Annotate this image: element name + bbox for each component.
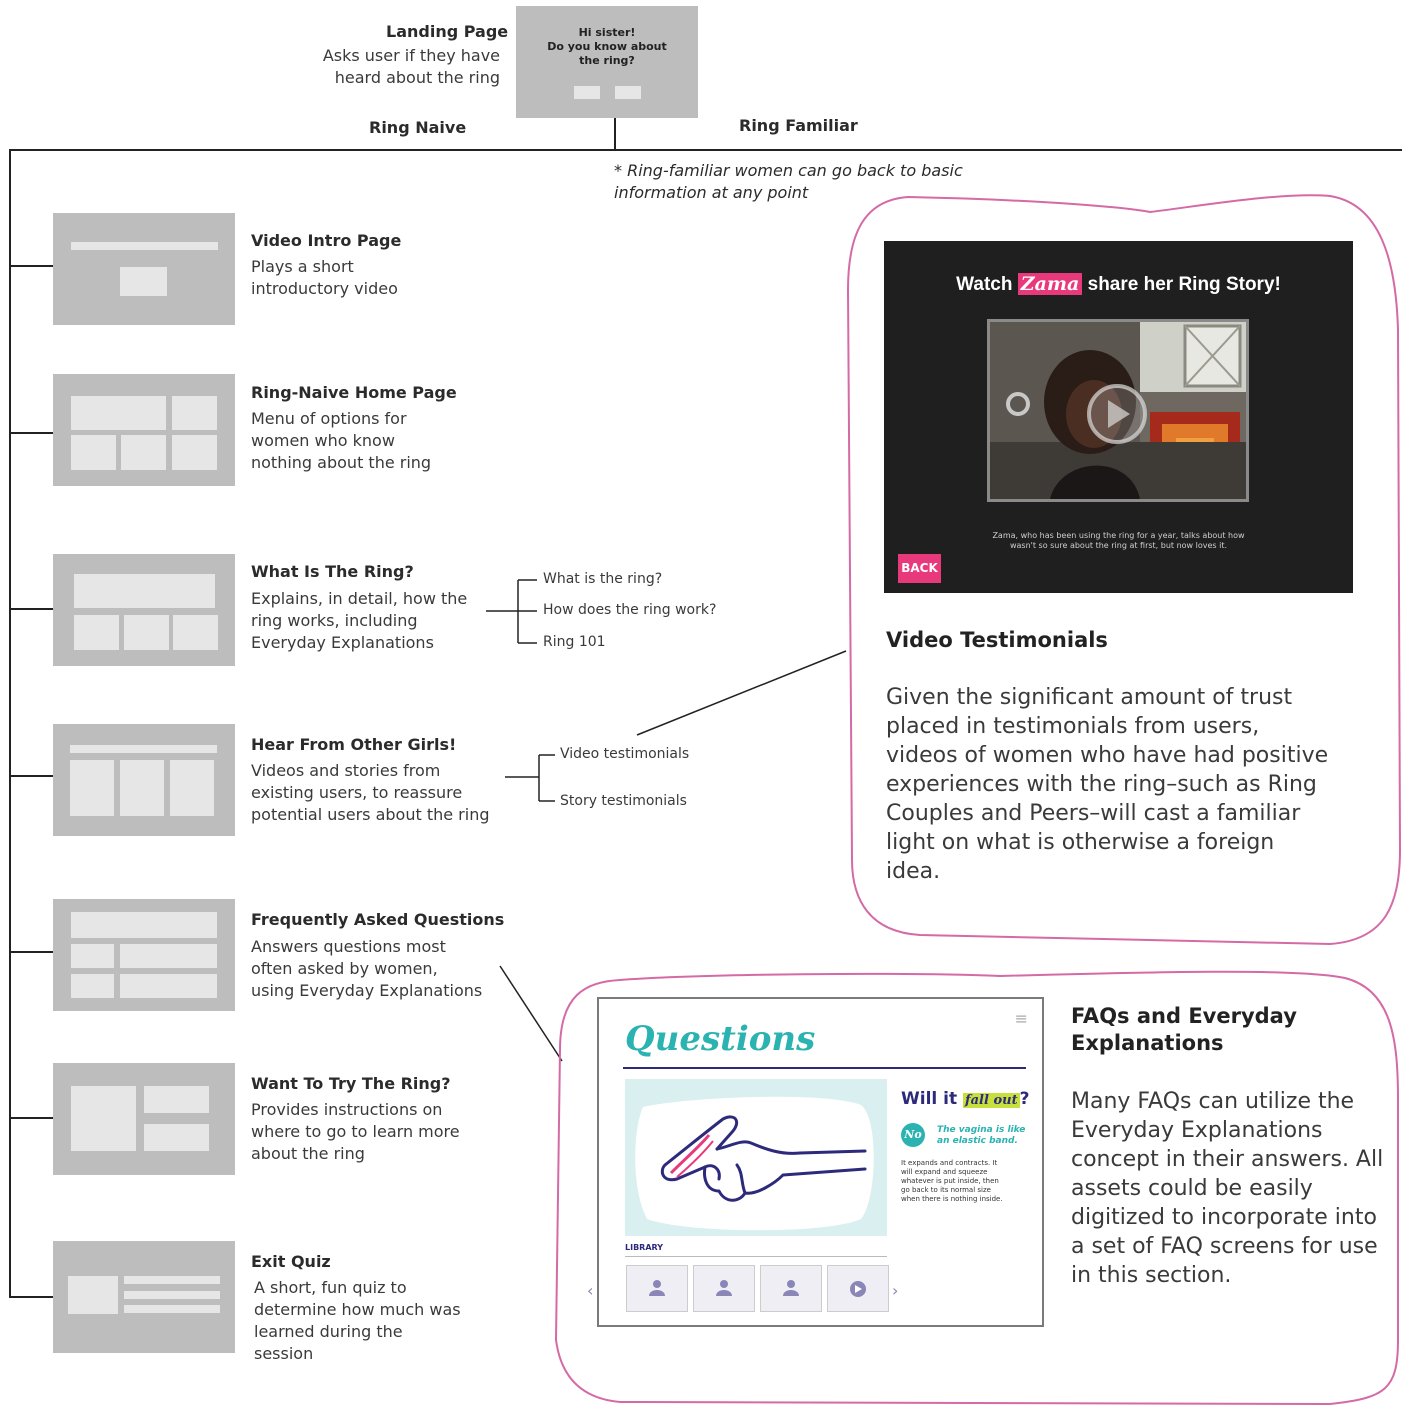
faq-screen-heading: Questions	[625, 1019, 816, 1059]
video-intro-thumbnail	[53, 213, 235, 325]
page-title: Ring-Naive Home Page	[251, 383, 457, 402]
video-still-image	[990, 322, 1246, 499]
wire-block	[71, 242, 218, 250]
wire-block	[74, 615, 119, 650]
landing-thumbnail: Hi sister! Do you know about the ring?	[516, 6, 698, 118]
faq-screen: Questions ≡ LIBRARY ‹ › Will it fall out…	[587, 997, 1044, 1327]
wire-block	[144, 1124, 209, 1151]
library-item[interactable]	[626, 1265, 688, 1312]
page-description: Answers questions most often asked by wo…	[251, 937, 483, 1000]
wire-block	[68, 1276, 118, 1314]
exit-quiz-thumbnail	[53, 1241, 235, 1353]
library-prev-icon[interactable]: ‹	[587, 1281, 593, 1300]
page-title: Want To Try The Ring?	[251, 1074, 451, 1093]
page-description: Plays a short introductory video	[251, 257, 398, 298]
page-description: Provides instructions on where to go to …	[251, 1100, 460, 1163]
ring-subpage: Ring 101	[543, 634, 606, 650]
faq-illustration	[625, 1079, 887, 1236]
landing-description: Asks user if they have heard about the r…	[322, 46, 500, 87]
name-highlight: Zama	[1017, 273, 1083, 295]
person-icon	[649, 1280, 665, 1296]
hear-from-girls-thumbnail	[53, 724, 235, 836]
familiar-note: * Ring-familiar women can go back to bas…	[614, 161, 963, 202]
library-divider	[625, 1256, 887, 1257]
library-label: LIBRARY	[625, 1243, 664, 1252]
video-testimonials-title: Video Testimonials	[886, 628, 1108, 652]
faq-question: Will it fall out?	[901, 1089, 1030, 1109]
video-screen-title: Watch Zama share her Ring Story!	[956, 273, 1281, 295]
landing-title: Landing Page	[386, 22, 509, 41]
page-description: Videos and stories from existing users, …	[251, 761, 490, 824]
answer-lead: The vagina is like an elastic band.	[937, 1125, 1026, 1146]
wire-block	[170, 760, 214, 816]
play-icon	[850, 1281, 866, 1297]
branch-naive-label: Ring Naive	[369, 118, 467, 137]
wire-block	[124, 1291, 220, 1299]
wire-block	[71, 944, 114, 968]
video-thumbnail	[987, 319, 1249, 502]
page-description: Explains, in detail, how the ring works,…	[251, 589, 468, 652]
ring-subpage: How does the ring work?	[543, 602, 717, 618]
wire-block	[144, 1086, 209, 1113]
wire-block	[70, 760, 114, 816]
wire-block	[120, 974, 217, 998]
wire-block	[124, 1276, 220, 1284]
wire-block	[120, 760, 164, 816]
wire-block	[172, 435, 217, 470]
testimonial-subpage: Video testimonials	[560, 746, 690, 762]
page-title: Exit Quiz	[251, 1252, 331, 1271]
wire-block	[70, 745, 217, 753]
wire-block	[120, 944, 217, 968]
branch-familiar-label: Ring Familiar	[739, 116, 858, 135]
wire-block	[71, 396, 166, 430]
page-title: What Is The Ring?	[251, 562, 414, 581]
wire-block	[74, 574, 215, 608]
faq-thumbnail	[53, 899, 235, 1011]
page-description: Menu of options for women who know nothi…	[251, 409, 432, 472]
question-highlight: fall out	[963, 1093, 1020, 1108]
landing-yes-button	[574, 86, 600, 99]
wire-block	[121, 435, 166, 470]
faq-card-title: FAQs and Everyday Explanations	[1071, 1004, 1297, 1055]
person-icon	[783, 1280, 799, 1296]
wire-block	[71, 1086, 136, 1151]
heading-divider	[623, 1067, 1026, 1069]
library-next-icon[interactable]: ›	[892, 1281, 898, 1300]
testimonial-subpage: Story testimonials	[560, 793, 687, 809]
wire-block	[71, 912, 217, 938]
wire-block	[124, 1305, 220, 1313]
wire-block	[172, 396, 217, 430]
landing-no-button	[615, 86, 641, 99]
video-testimonial-screen: Watch Zama share her Ring Story! Zama, w…	[884, 241, 1353, 593]
landing-thumbnail-text: Hi sister! Do you know about the ring?	[547, 26, 667, 67]
person-icon	[716, 1280, 732, 1296]
want-to-try-thumbnail	[53, 1063, 235, 1175]
what-is-ring-thumbnail	[53, 554, 235, 666]
answer-detail: It expands and contracts. It will expand…	[901, 1159, 1003, 1203]
wire-block	[71, 435, 116, 470]
library-item[interactable]	[693, 1265, 755, 1312]
hand-ring-illustration	[635, 1096, 874, 1231]
video-caption: Zama, who has been using the ring for a …	[992, 531, 1245, 550]
back-button[interactable]: BACK	[898, 554, 941, 583]
home-thumbnail	[53, 374, 235, 486]
answer-badge: No	[901, 1123, 925, 1147]
ring-subpage: What is the ring?	[543, 571, 663, 587]
library-item[interactable]	[760, 1265, 822, 1312]
menu-icon[interactable]: ≡	[1015, 1009, 1028, 1028]
page-title: Video Intro Page	[251, 231, 402, 250]
page-title: Hear From Other Girls!	[251, 735, 457, 754]
page-title: Frequently Asked Questions	[251, 910, 505, 929]
library-item[interactable]	[827, 1265, 889, 1312]
wire-block	[71, 974, 114, 998]
video-testimonials-body: Given the significant amount of trust pl…	[886, 685, 1329, 884]
page-description: A short, fun quiz to determine how much …	[254, 1278, 461, 1363]
wire-block	[124, 615, 169, 650]
wire-block	[173, 615, 218, 650]
wire-block	[120, 267, 167, 296]
faq-card-body: Many FAQs can utilize the Everyday Expla…	[1071, 1089, 1384, 1288]
